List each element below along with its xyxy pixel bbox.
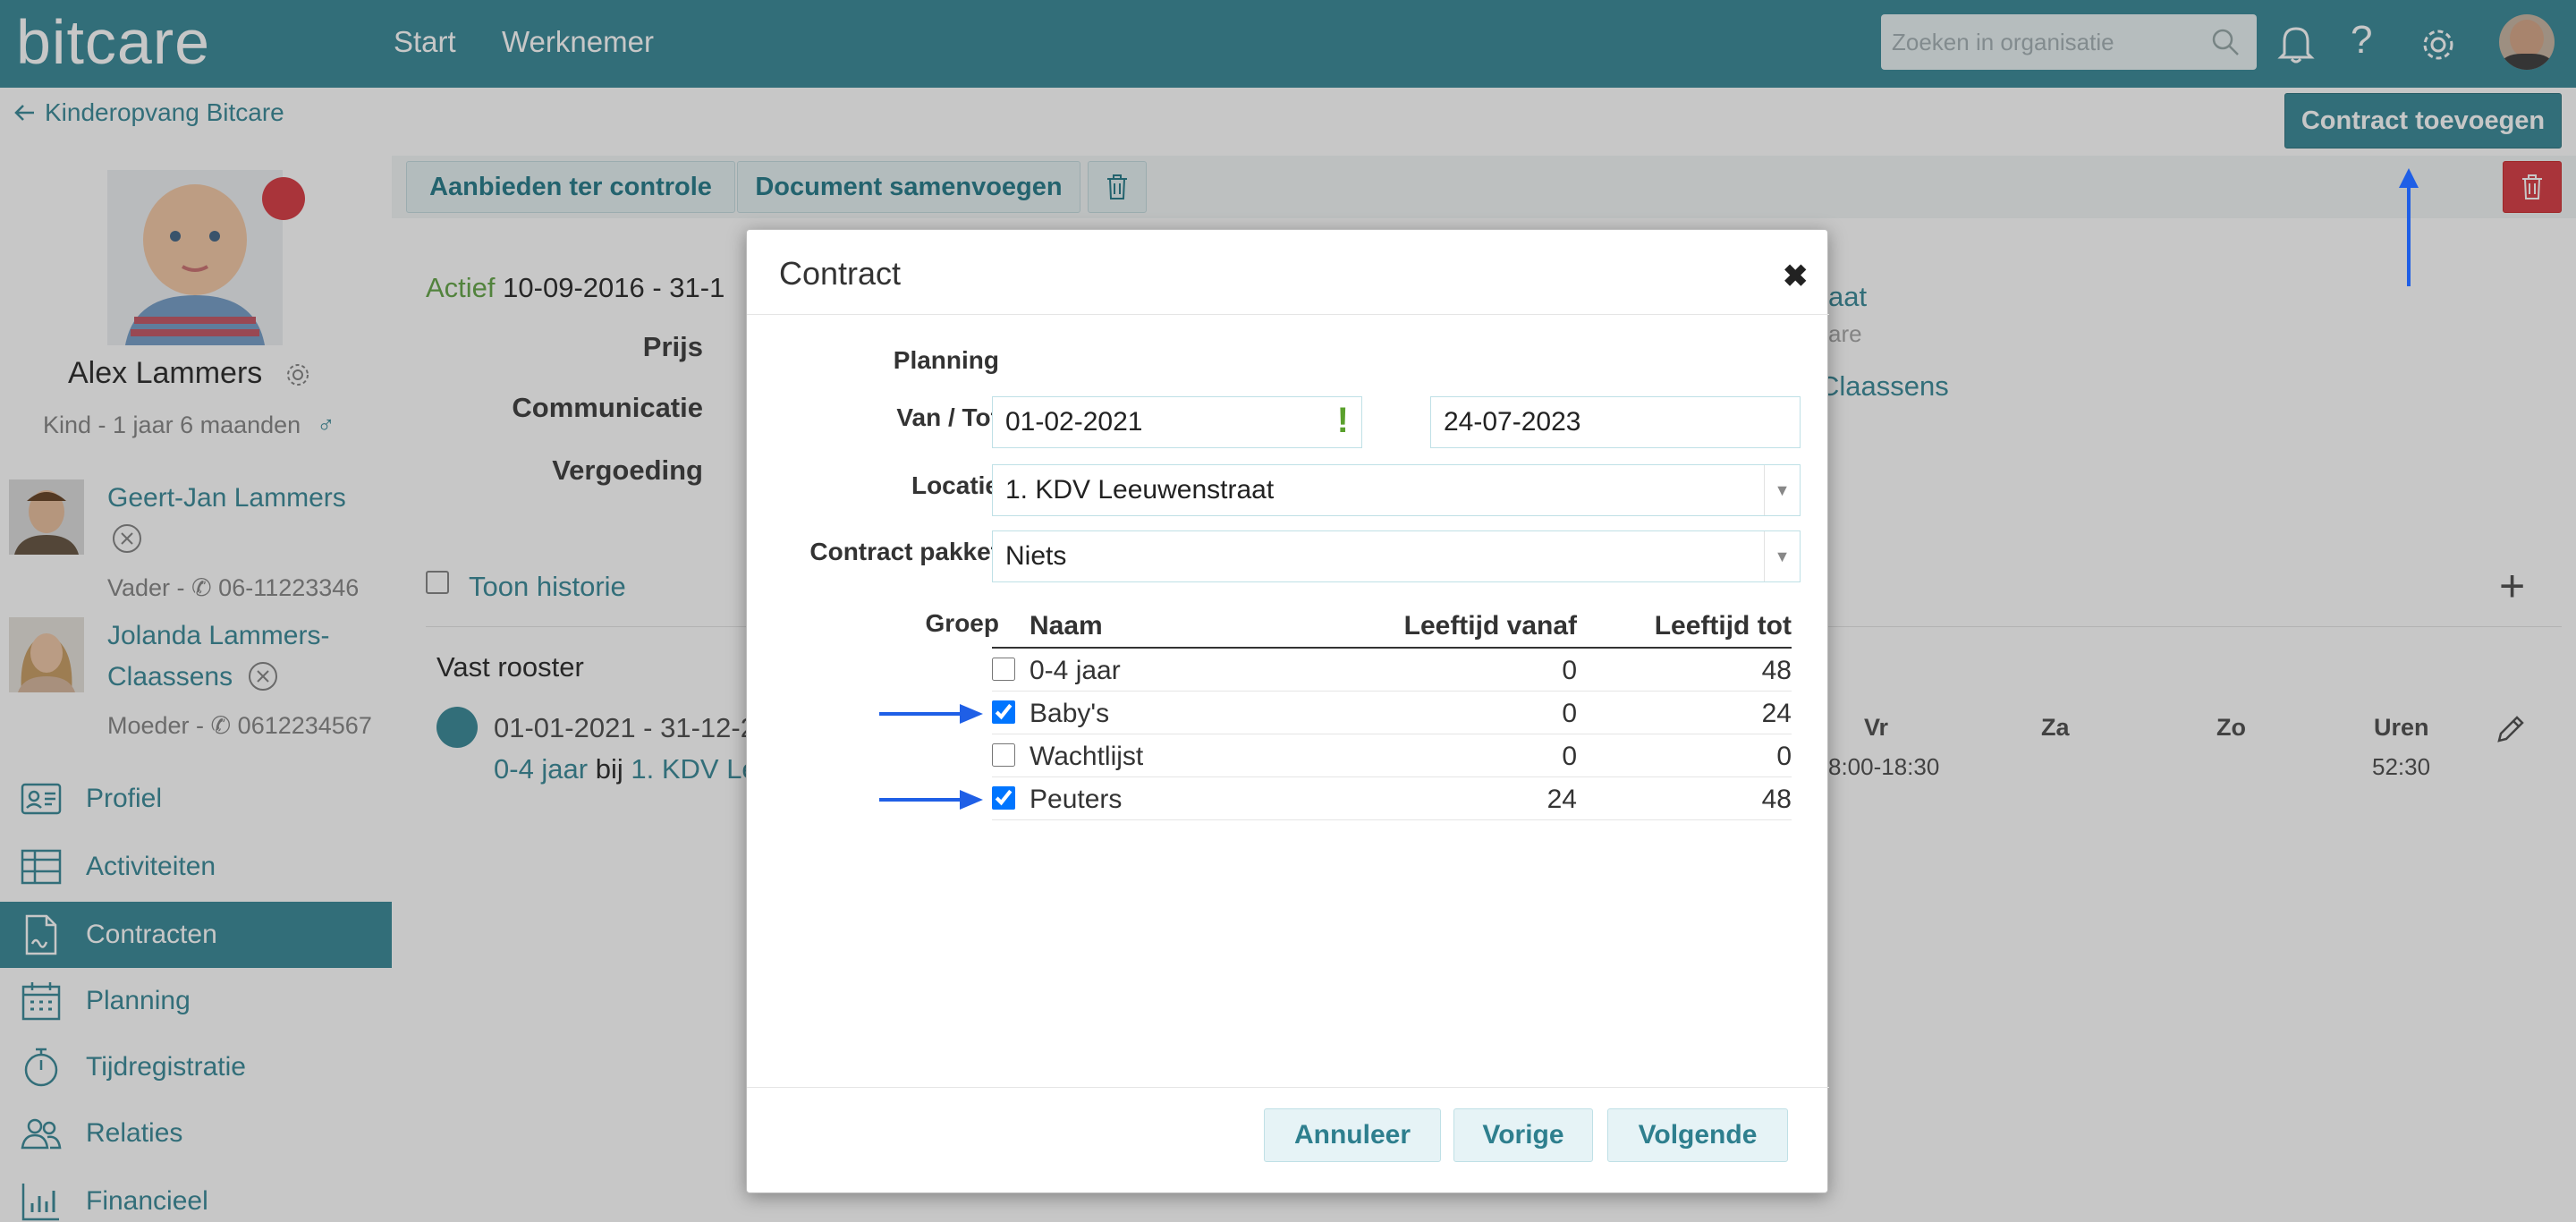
from-date-value: 01-02-2021 (1005, 407, 1143, 437)
row-from: 24 (1546, 785, 1577, 814)
previous-button[interactable]: Vorige (1453, 1108, 1593, 1162)
annotation-arrow-up (2399, 168, 2419, 286)
table-row[interactable]: Peuters 24 48 (992, 777, 1792, 820)
to-date-input[interactable]: 24-07-2023 (1430, 396, 1801, 448)
table-row[interactable]: Baby's 0 24 (992, 692, 1792, 734)
row-name: Peuters (1030, 785, 1123, 814)
row-checkbox[interactable] (992, 700, 1015, 724)
close-icon[interactable]: ✖ (1783, 259, 1809, 294)
column-header-leeftijd-tot: Leeftijd tot (1654, 611, 1792, 641)
divider (747, 314, 1829, 315)
row-name: Wachtlijst (1030, 742, 1144, 771)
modal-title: Contract (779, 255, 902, 292)
row-to: 48 (1761, 785, 1792, 814)
section-planning: Planning (893, 346, 999, 374)
row-to: 0 (1776, 742, 1792, 771)
row-name: 0-4 jaar (1030, 656, 1121, 685)
next-button[interactable]: Volgende (1607, 1108, 1788, 1162)
table-row[interactable]: Wachtlijst 0 0 (992, 734, 1792, 777)
locatie-label: Locatie (911, 471, 999, 499)
annotation-arrow-right (879, 790, 983, 810)
row-checkbox[interactable] (992, 743, 1015, 767)
row-name: Baby's (1030, 699, 1110, 728)
locatie-select[interactable]: 1. KDV Leeuwenstraat ▼ (992, 464, 1801, 516)
van-tot-label: Van / Tot (896, 403, 999, 431)
column-header-naam: Naam (1030, 611, 1103, 641)
locatie-value: 1. KDV Leeuwenstraat (1005, 475, 1275, 505)
groep-label: Groep (925, 609, 999, 637)
contract-modal: Contract ✖ Planning Van / Tot 01-02-2021… (746, 229, 1829, 1193)
from-date-input[interactable]: 01-02-2021 ! (992, 396, 1362, 448)
annotation-arrow-right (879, 704, 983, 724)
pakket-select[interactable]: Niets ▼ (992, 530, 1801, 582)
warning-icon: ! (1336, 401, 1349, 440)
row-to: 24 (1761, 699, 1792, 728)
table-row[interactable]: 0-4 jaar 0 48 (992, 649, 1792, 692)
cancel-button[interactable]: Annuleer (1264, 1108, 1441, 1162)
pakket-value: Niets (1005, 541, 1067, 571)
row-checkbox[interactable] (992, 786, 1015, 810)
column-header-leeftijd-vanaf: Leeftijd vanaf (1403, 611, 1577, 641)
row-to: 48 (1761, 656, 1792, 685)
row-checkbox[interactable] (992, 658, 1015, 681)
row-from: 0 (1562, 742, 1577, 771)
row-from: 0 (1562, 699, 1577, 728)
chevron-down-icon: ▼ (1764, 465, 1800, 515)
divider (747, 1087, 1829, 1088)
pakket-label: Contract pakket (809, 538, 999, 565)
chevron-down-icon: ▼ (1764, 531, 1800, 581)
row-from: 0 (1562, 656, 1577, 685)
